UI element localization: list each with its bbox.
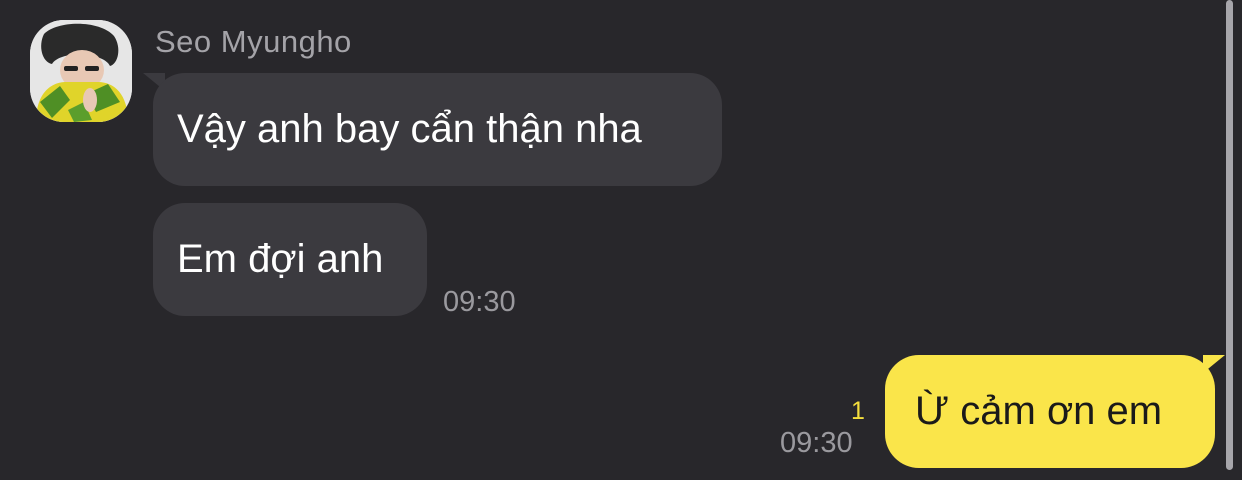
sender-name: Seo Myungho	[155, 24, 352, 59]
message-text: Ừ cảm ơn em	[915, 389, 1163, 433]
incoming-message-time: 09:30	[443, 286, 516, 318]
sender-avatar[interactable]	[30, 20, 132, 122]
incoming-message-bubble[interactable]: Em đợi anh	[153, 203, 427, 316]
chat-message-area[interactable]: Seo Myungho Vậy anh bay cẩn thận nha Em …	[0, 0, 1242, 480]
message-text: Vậy anh bay cẩn thận nha	[177, 107, 642, 151]
vertical-scrollbar[interactable]	[1226, 0, 1233, 470]
unread-count-badge: 1	[851, 397, 865, 425]
outgoing-message-time: 09:30	[780, 427, 853, 459]
incoming-message-bubble[interactable]: Vậy anh bay cẩn thận nha	[153, 73, 722, 186]
avatar-photo-icon	[30, 20, 132, 122]
outgoing-message-bubble[interactable]: Ừ cảm ơn em	[885, 355, 1215, 468]
message-text: Em đợi anh	[177, 237, 384, 281]
